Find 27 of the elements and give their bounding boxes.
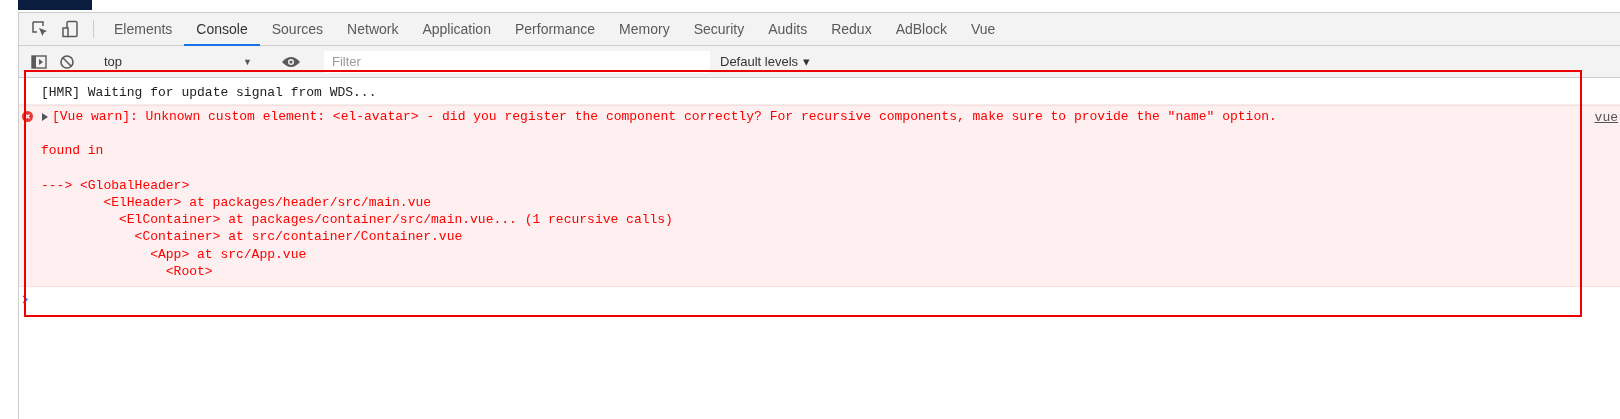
tab[interactable]: Elements — [102, 13, 185, 46]
filter-field[interactable]: Filter — [324, 50, 710, 73]
trace-line: <App> at src/App.vue — [150, 246, 307, 262]
found-in-label: found in — [41, 142, 104, 160]
tab[interactable]: Network — [335, 13, 411, 46]
trace-line: ---> <GlobalHeader> — [41, 176, 190, 194]
tab[interactable]: Sources — [259, 13, 336, 46]
trace-line: <ElHeader> at packages/header/src/main.vue — [103, 195, 432, 210]
context-select[interactable]: top ▼ — [98, 54, 258, 69]
tab[interactable]: Security — [681, 13, 757, 46]
levels-dropdown[interactable]: Default levels ▾ — [714, 53, 817, 70]
tab[interactable]: Application — [410, 13, 503, 46]
trace-line: <Root> — [165, 263, 213, 279]
trace-line: <ElContainer> at packages/container/src/main.vue... (1 recursive calls) — [119, 212, 673, 228]
log-message: [HMR] Waiting for update signal from WDS... — [41, 85, 377, 100]
tab[interactable]: Audits — [756, 13, 820, 46]
expand-triangle-icon[interactable] — [41, 112, 49, 121]
trace-line: <Container> at src/container/Container.vue — [134, 229, 463, 245]
tab[interactable]: AdBlock — [883, 13, 959, 46]
tab[interactable]: Redux — [819, 13, 884, 46]
source-link[interactable]: vue — [1594, 109, 1618, 127]
tab[interactable]: Memory — [607, 13, 682, 46]
error-text: [Vue warn]: Unknown custom element: <el-avatar> - did you register the component correctly? For recursive components, make sure to provide the "name" option. — [52, 108, 1277, 126]
tab[interactable]: Vue — [959, 13, 1008, 46]
prompt-icon — [22, 295, 29, 304]
error-icon — [22, 111, 33, 122]
tab[interactable]: Performance — [502, 13, 608, 46]
